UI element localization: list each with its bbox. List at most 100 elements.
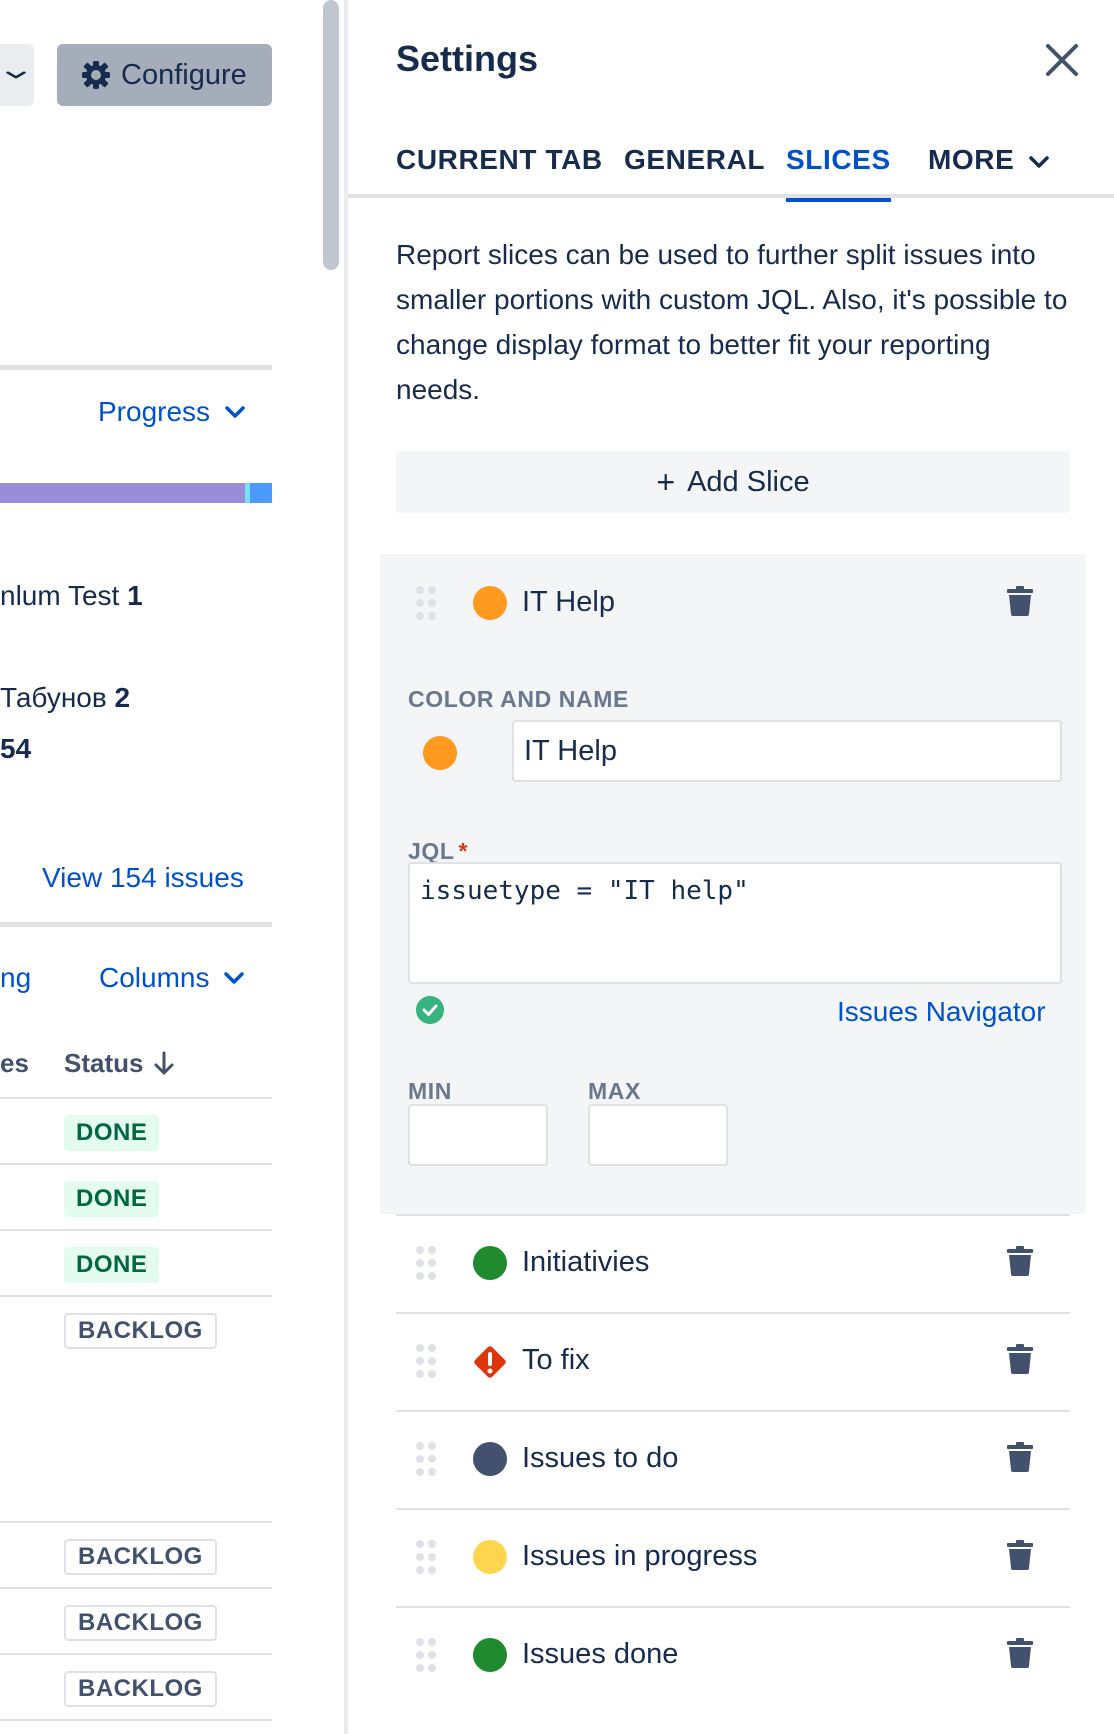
color-picker[interactable] [423, 736, 457, 770]
slice-name[interactable]: IT Help [522, 586, 615, 619]
check-circle-icon [416, 996, 444, 1024]
total-value: 54 [0, 733, 32, 764]
plus-icon: + [656, 463, 676, 500]
partial-tab-label: ng [0, 962, 32, 993]
slice-color-dot [473, 1540, 507, 1574]
status-lozenge: DONE [64, 1247, 160, 1283]
section-divider [0, 922, 272, 927]
min-input[interactable] [408, 1104, 548, 1166]
chevron-down-icon [225, 406, 245, 418]
drag-handle-icon[interactable] [416, 1442, 436, 1476]
assignee-row: Табунов 2 [0, 682, 130, 714]
tab-more[interactable]: MORE [928, 144, 1050, 198]
status-lozenge: BACKLOG [64, 1313, 217, 1349]
trash-icon[interactable] [1006, 586, 1034, 616]
slice-row[interactable]: Issues done [396, 1606, 1070, 1704]
drag-handle-icon[interactable] [416, 1344, 436, 1378]
chevron-down-icon [1029, 155, 1050, 168]
trash-icon[interactable] [1006, 1638, 1034, 1668]
slice-name: Issues to do [522, 1442, 679, 1474]
table-row-divider [0, 1653, 272, 1655]
table-row-divider [0, 1295, 272, 1297]
slice-row[interactable]: To fix [396, 1312, 1070, 1410]
status-lozenge: DONE [64, 1115, 160, 1151]
table-row-divider [0, 1163, 272, 1165]
settings-title: Settings [396, 38, 539, 79]
max-label: MAX [588, 1078, 641, 1104]
progress-dropdown[interactable]: Progress [98, 396, 246, 428]
trash-icon[interactable] [1006, 1442, 1034, 1472]
tab-current-tab[interactable]: CURRENT TAB [396, 144, 603, 198]
status-header-label: Status [64, 1048, 144, 1078]
table-row-divider [0, 1719, 272, 1721]
tab-more-label: MORE [928, 144, 1015, 175]
add-slice-label: Add Slice [687, 465, 810, 498]
max-input[interactable] [588, 1104, 728, 1166]
jql-textarea[interactable]: issuetype = "IT help" [408, 862, 1062, 984]
add-slice-button[interactable]: + Add Slice [396, 451, 1070, 513]
settings-tabs: CURRENT TAB GENERAL SLICES MORE [348, 140, 1114, 202]
assignee-name: nlum Test [0, 580, 128, 611]
tab-general[interactable]: GENERAL [624, 144, 765, 198]
slice-color-dot [473, 1246, 507, 1280]
trash-icon[interactable] [1006, 1540, 1034, 1570]
columns-label: Columns [99, 962, 210, 993]
min-label: MIN [408, 1078, 452, 1104]
drag-handle-icon[interactable] [416, 1638, 436, 1672]
progress-label: Progress [98, 396, 211, 427]
slice-name-input[interactable]: IT Help [512, 720, 1062, 782]
issues-navigator-link[interactable]: Issues Navigator [837, 996, 1046, 1028]
chevron-down-icon [224, 972, 245, 984]
slices-description: Report slices can be used to further spl… [396, 239, 1068, 405]
dropdown-button[interactable] [0, 44, 34, 106]
total-count: 54 [0, 733, 31, 765]
jql-label-text: JQL [408, 838, 455, 864]
view-issues-label: View 154 issues [42, 862, 244, 893]
drag-handle-icon[interactable] [416, 586, 436, 620]
trash-icon[interactable] [1006, 1246, 1034, 1276]
chevron-down-icon [6, 71, 26, 79]
slice-editor: IT Help COLOR AND NAME IT Help JQL * issu… [380, 554, 1086, 1214]
section-divider [0, 365, 272, 370]
status-lozenge: DONE [64, 1181, 160, 1217]
slice-name: Initiativies [522, 1246, 650, 1278]
report-panel: Configure Progress nlum Test 1 Табунов 2… [0, 0, 272, 1734]
color-and-name-label: COLOR AND NAME [408, 686, 629, 712]
tab-slices[interactable]: SLICES [786, 144, 891, 202]
configure-label: Configure [121, 58, 247, 91]
slice-color-dot [473, 1442, 507, 1476]
slice-name: To fix [522, 1344, 590, 1376]
slice-row[interactable]: Initiativies [396, 1214, 1070, 1312]
assignee-name: Табунов [0, 682, 115, 713]
status-lozenge: BACKLOG [64, 1539, 217, 1575]
partial-tab[interactable]: ng [0, 962, 31, 994]
column-header[interactable]: es [0, 1048, 29, 1079]
required-marker: * [458, 838, 469, 864]
close-icon[interactable] [1042, 40, 1082, 80]
slice-row[interactable]: Issues to do [396, 1410, 1070, 1508]
progress-segment [250, 483, 272, 503]
assignee-count: 2 [114, 682, 131, 713]
status-lozenge: BACKLOG [64, 1671, 217, 1707]
configure-button[interactable]: Configure [57, 44, 272, 106]
columns-dropdown[interactable]: Columns [99, 962, 245, 994]
slice-color-dot [473, 586, 507, 620]
column-header-label: es [0, 1048, 29, 1078]
table-row-divider [0, 1587, 272, 1589]
slice-row[interactable]: Issues in progress [396, 1508, 1070, 1606]
drag-handle-icon[interactable] [416, 1246, 436, 1280]
view-issues-link[interactable]: View 154 issues [42, 862, 244, 894]
table-row-divider [0, 1097, 272, 1099]
scrollbar-thumb[interactable] [323, 0, 339, 270]
arrow-down-icon [154, 1051, 174, 1074]
slice-color-dot [473, 1638, 507, 1672]
slice-name: Issues done [522, 1638, 679, 1670]
slice-name: Issues in progress [522, 1540, 758, 1572]
status-column-header[interactable]: Status [64, 1048, 175, 1079]
trash-icon[interactable] [1006, 1344, 1034, 1374]
table-row-divider [0, 1521, 272, 1523]
drag-handle-icon[interactable] [416, 1540, 436, 1574]
progress-bar [0, 483, 272, 503]
gear-icon [82, 61, 110, 89]
status-lozenge: BACKLOG [64, 1605, 217, 1641]
